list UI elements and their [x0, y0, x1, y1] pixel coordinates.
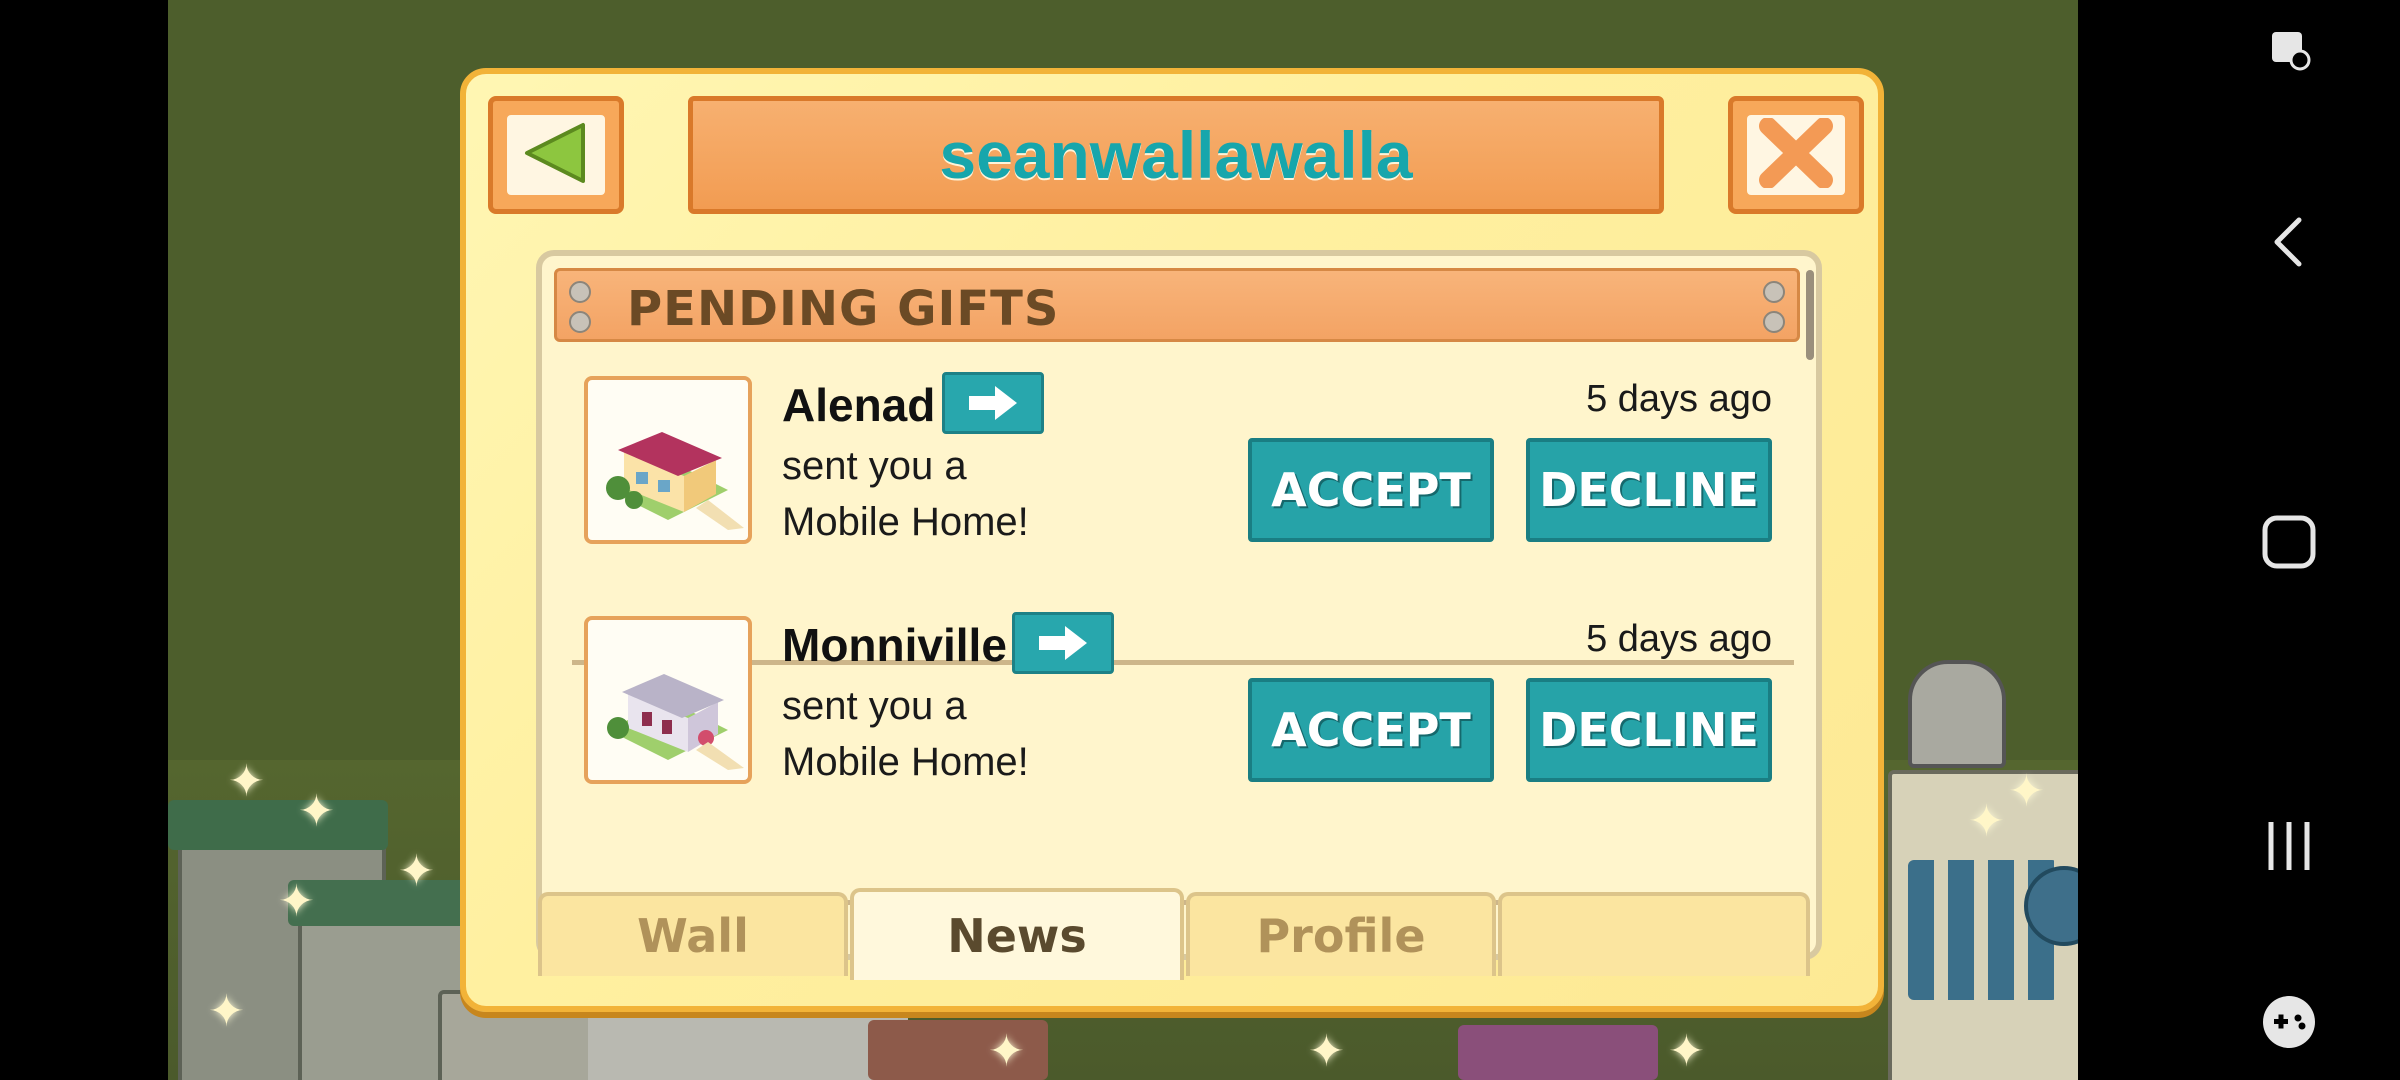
gift-thumbnail: [584, 376, 752, 544]
building-left-1-roof: [168, 800, 388, 850]
tab-wall[interactable]: Wall: [538, 892, 848, 976]
gift-item-name: Mobile Home!: [782, 500, 1029, 544]
sparkle-icon: ✦: [2008, 766, 2045, 817]
water-tower[interactable]: [1908, 660, 2006, 768]
gift-message-line: sent you a: [782, 444, 967, 488]
gift-timestamp: 5 days ago: [1586, 618, 1772, 660]
close-x-icon: [1758, 117, 1834, 192]
sparkle-icon: ✦: [208, 986, 245, 1037]
right-arrow-icon: [969, 386, 1017, 420]
tab-empty[interactable]: [1498, 892, 1810, 976]
rivet-icon: [1763, 311, 1785, 333]
close-button[interactable]: [1728, 96, 1864, 214]
sparkle-icon: ✦: [1308, 1026, 1345, 1077]
gift-sender-name[interactable]: Alenad: [782, 378, 935, 432]
accept-button[interactable]: ACCEPT: [1248, 438, 1494, 542]
back-button[interactable]: [488, 96, 624, 214]
gift-message-line: sent you a: [782, 684, 967, 728]
gift-timestamp: 5 days ago: [1586, 378, 1772, 420]
decline-button[interactable]: DECLINE: [1526, 438, 1772, 542]
back-nav-icon[interactable]: [2269, 214, 2309, 274]
gift-item-name: Mobile Home!: [782, 740, 1029, 784]
gift-row: Monniville sent you a Mobile Home! 5 day…: [542, 596, 1812, 836]
pending-gifts-header: PENDING GIFTS: [554, 268, 1800, 342]
gift-thumbnail: [584, 616, 752, 784]
close-button-face: [1747, 115, 1845, 195]
screenshot-touch-icon[interactable]: [2268, 28, 2311, 71]
sparkle-icon: ✦: [398, 846, 435, 897]
back-arrow-icon: [521, 121, 591, 189]
view-profile-button[interactable]: [1012, 612, 1114, 674]
view-profile-button[interactable]: [942, 372, 1044, 434]
mobile-home-icon: [607, 674, 744, 770]
gift-message: sent you a Mobile Home!: [782, 678, 1029, 790]
section-title: PENDING GIFTS: [627, 281, 1060, 337]
home-nav-icon[interactable]: [2261, 514, 2317, 574]
right-arrow-icon: [1039, 626, 1087, 660]
sparkle-icon: ✦: [228, 756, 265, 807]
gifts-panel: PENDING GIFTS Alenad sent you a Mobile H…: [536, 250, 1822, 960]
gift-row: Alenad sent you a Mobile Home! 5 days ag…: [542, 356, 1812, 596]
decline-button[interactable]: DECLINE: [1526, 678, 1772, 782]
back-button-face: [507, 115, 605, 195]
rivet-icon: [1763, 281, 1785, 303]
scrollbar[interactable]: [1806, 270, 1814, 360]
recents-nav-icon[interactable]: [2263, 818, 2315, 878]
friend-dialog: seanwallawalla PENDING GIFTS Alenad sent…: [460, 68, 1884, 1012]
player-name-banner: seanwallawalla: [688, 96, 1664, 214]
rivet-icon: [569, 311, 591, 333]
system-navigation-bar: [2178, 0, 2400, 1080]
gift-message: sent you a Mobile Home!: [782, 438, 1029, 550]
house-bottom-2[interactable]: [1458, 1025, 1658, 1080]
sparkle-icon: ✦: [298, 786, 335, 837]
tab-profile[interactable]: Profile: [1186, 892, 1496, 976]
game-controller-icon[interactable]: [2261, 994, 2317, 1054]
tab-news[interactable]: News: [850, 888, 1184, 980]
accept-button[interactable]: ACCEPT: [1248, 678, 1494, 782]
gift-sender-name[interactable]: Monniville: [782, 618, 1007, 672]
player-name: seanwallawalla: [939, 118, 1413, 192]
rivet-icon: [569, 281, 591, 303]
sparkle-icon: ✦: [988, 1026, 1025, 1077]
sparkle-icon: ✦: [1968, 796, 2005, 847]
sparkle-icon: ✦: [278, 876, 315, 927]
sparkle-icon: ✦: [1668, 1026, 1705, 1077]
street-left: [588, 1010, 908, 1080]
mobile-home-icon: [606, 432, 744, 530]
